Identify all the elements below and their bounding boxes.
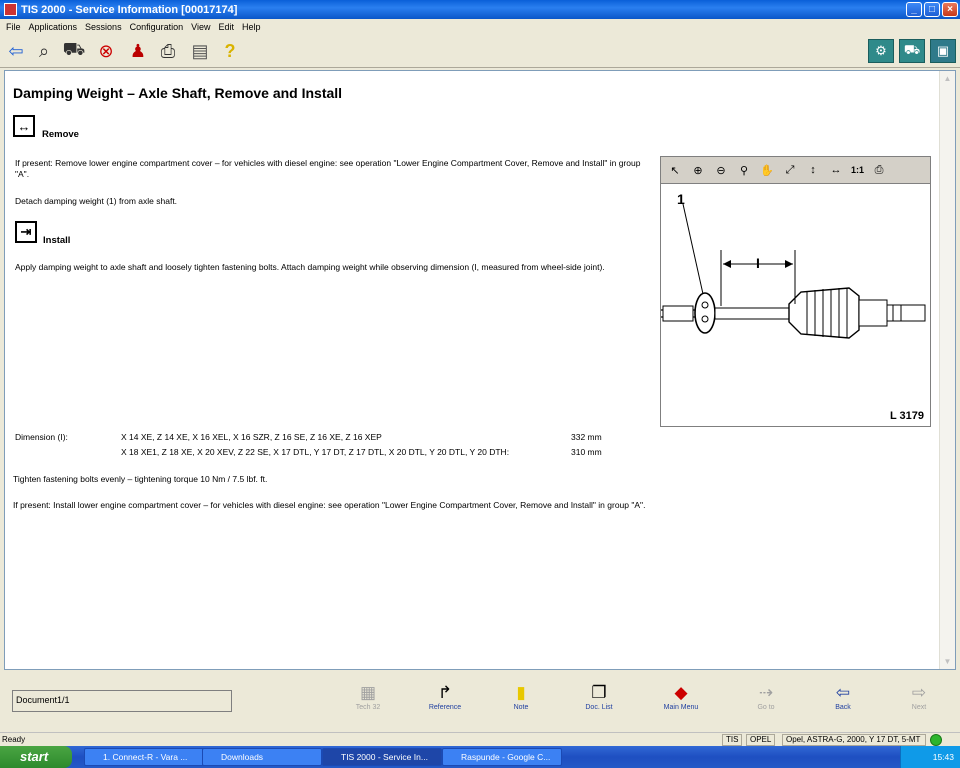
figure-caption: L 3179 <box>889 410 924 422</box>
scroll-down-icon[interactable]: ▼ <box>942 656 953 667</box>
document-counter: Document1/1 <box>12 690 232 712</box>
bottom-navigation: Document1/1 ▦ Tech 32 ↱ Reference ▮ Note… <box>0 672 960 732</box>
status-vehicle: Opel, ASTRA-G, 2000, Y 17 DT, 5-MT <box>782 734 926 746</box>
menu-sessions[interactable]: Sessions <box>81 22 126 32</box>
menu-file[interactable]: File <box>2 22 25 32</box>
doc-list-button[interactable]: ❐ Doc. List <box>569 682 629 711</box>
print-icon[interactable]: ⎙ <box>156 40 180 62</box>
zoom-in-icon[interactable]: ⊕ <box>690 164 706 177</box>
dim-row-1-engines: X 14 XE, Z 14 XE, X 16 XEL, X 16 SZR, Z … <box>121 432 382 442</box>
help-icon[interactable]: ? <box>218 40 242 62</box>
vertical-scrollbar[interactable]: ▲ ▼ <box>939 71 955 669</box>
remove-paragraph-1: If present: Remove lower engine compartm… <box>15 158 641 179</box>
figure-viewer[interactable]: ↖ ⊕ ⊖ ⚲ ✋ ⤢ ↕ ↔ 1:1 ⎙ I 1 L 3179 <box>660 156 931 427</box>
tool-icon[interactable]: ⚙ <box>868 39 894 63</box>
zoom-out-icon[interactable]: ⊖ <box>713 164 729 177</box>
zoom-icon[interactable]: ⚲ <box>736 164 752 177</box>
task-downloads[interactable]: Downloads <box>202 748 322 766</box>
system-tray: 15:43 <box>900 746 960 768</box>
status-bar: Ready TIS OPEL Opel, ASTRA-G, 2000, Y 17… <box>0 732 960 746</box>
dimension-mark: I <box>756 255 760 271</box>
clock: 15:43 <box>932 752 954 762</box>
reference-button[interactable]: ↱ Reference <box>415 682 475 711</box>
vehicle-icon[interactable]: ⛟ <box>899 39 925 63</box>
axle-shaft-illustration: I 1 <box>661 191 926 339</box>
task-tis2000[interactable]: TIS 2000 - Service In... <box>322 748 442 766</box>
search-icon[interactable]: ⌕ <box>32 40 56 62</box>
goto-icon: ⇢ <box>758 683 774 702</box>
window-title: TIS 2000 - Service Information [00017174… <box>21 3 238 16</box>
status-ready: Ready <box>2 735 26 744</box>
menu-bar: File Applications Sessions Configuration… <box>0 19 960 34</box>
goto-button: ⇢ Go to <box>736 682 796 711</box>
note-button[interactable]: ▮ Note <box>491 682 551 711</box>
install-icon: ⇥ <box>15 221 37 243</box>
menu-view[interactable]: View <box>187 22 214 32</box>
document-pane[interactable]: Damping Weight – Axle Shaft, Remove and … <box>4 70 956 670</box>
car-front-icon[interactable]: ▣ <box>930 39 956 63</box>
fit-window-icon[interactable]: ⤢ <box>782 164 798 177</box>
tech32-button: ▦ Tech 32 <box>338 682 398 711</box>
main-menu-icon: ◆ <box>674 683 688 702</box>
next-button: ⇨ Next <box>889 682 949 711</box>
status-make: OPEL <box>746 734 776 746</box>
viewer-toolbar: ↖ ⊕ ⊖ ⚲ ✋ ⤢ ↕ ↔ 1:1 ⎙ <box>661 157 930 184</box>
scroll-up-icon[interactable]: ▲ <box>942 73 953 84</box>
status-online-icon <box>930 734 942 746</box>
remove-heading: Remove <box>42 129 79 140</box>
start-button[interactable]: start <box>0 746 72 768</box>
car-icon[interactable]: ⛟ <box>62 39 86 62</box>
install-paragraph: Apply damping weight to axle shaft and l… <box>15 262 605 272</box>
app-icon <box>4 3 17 16</box>
menu-applications[interactable]: Applications <box>25 22 82 32</box>
torque-paragraph: Tighten fastening bolts evenly – tighten… <box>13 474 268 484</box>
back-button[interactable]: ⇦ Back <box>813 682 873 711</box>
minimize-button[interactable]: _ <box>906 2 922 17</box>
back-arrow-icon[interactable]: ⇦ <box>4 40 28 62</box>
dim-row-2-engines: X 18 XE1, Z 18 XE, X 20 XEV, Z 22 SE, X … <box>121 447 510 457</box>
person-icon[interactable]: ♟ <box>126 40 150 62</box>
task-google-chrome[interactable]: Raspunde - Google C... <box>442 748 562 766</box>
final-paragraph: If present: Install lower engine compart… <box>13 500 646 510</box>
fit-height-icon[interactable]: ↕ <box>805 164 821 176</box>
book-icon[interactable]: ▤ <box>188 40 212 62</box>
title-bar: TIS 2000 - Service Information [00017174… <box>0 0 960 19</box>
page-title: Damping Weight – Axle Shaft, Remove and … <box>13 85 343 101</box>
taskbar: start 1. Connect-R - Vara ... Downloads … <box>0 746 960 768</box>
toolbar: ⇦ ⌕ ⛟ ⊗ ♟ ⎙ ▤ ? ⚙ ⛟ ▣ <box>0 34 960 68</box>
dimension-label: Dimension (I): <box>15 432 68 442</box>
dim-row-2-value: 310 mm <box>571 447 602 457</box>
remove-paragraph-2: Detach damping weight (1) from axle shaf… <box>15 196 178 206</box>
menu-configuration[interactable]: Configuration <box>126 22 188 32</box>
remove-icon: ↔ <box>13 115 35 137</box>
pan-hand-icon[interactable]: ✋ <box>759 164 775 177</box>
status-tis: TIS <box>722 734 743 746</box>
doclist-icon: ❐ <box>591 683 607 702</box>
install-heading: Install <box>43 235 71 246</box>
close-button[interactable]: × <box>942 2 958 17</box>
pointer-icon[interactable]: ↖ <box>667 164 683 177</box>
maximize-button[interactable]: □ <box>924 2 940 17</box>
task-connect-r[interactable]: 1. Connect-R - Vara ... <box>84 748 204 766</box>
note-icon: ▮ <box>516 683 526 702</box>
callout-1: 1 <box>677 191 685 207</box>
reference-arrow-icon: ↱ <box>437 683 453 702</box>
menu-edit[interactable]: Edit <box>214 22 238 32</box>
menu-help[interactable]: Help <box>238 22 265 32</box>
back-icon: ⇦ <box>835 683 851 702</box>
fit-width-icon[interactable]: ↔ <box>828 164 844 176</box>
next-icon: ⇨ <box>911 683 927 702</box>
main-menu-button[interactable]: ◆ Main Menu <box>651 682 711 711</box>
actual-size-button[interactable]: 1:1 <box>851 165 864 175</box>
dim-row-1-value: 332 mm <box>571 432 602 442</box>
print-figure-icon[interactable]: ⎙ <box>871 164 887 177</box>
stop-icon[interactable]: ⊗ <box>94 40 118 62</box>
tech32-icon: ▦ <box>359 683 377 702</box>
